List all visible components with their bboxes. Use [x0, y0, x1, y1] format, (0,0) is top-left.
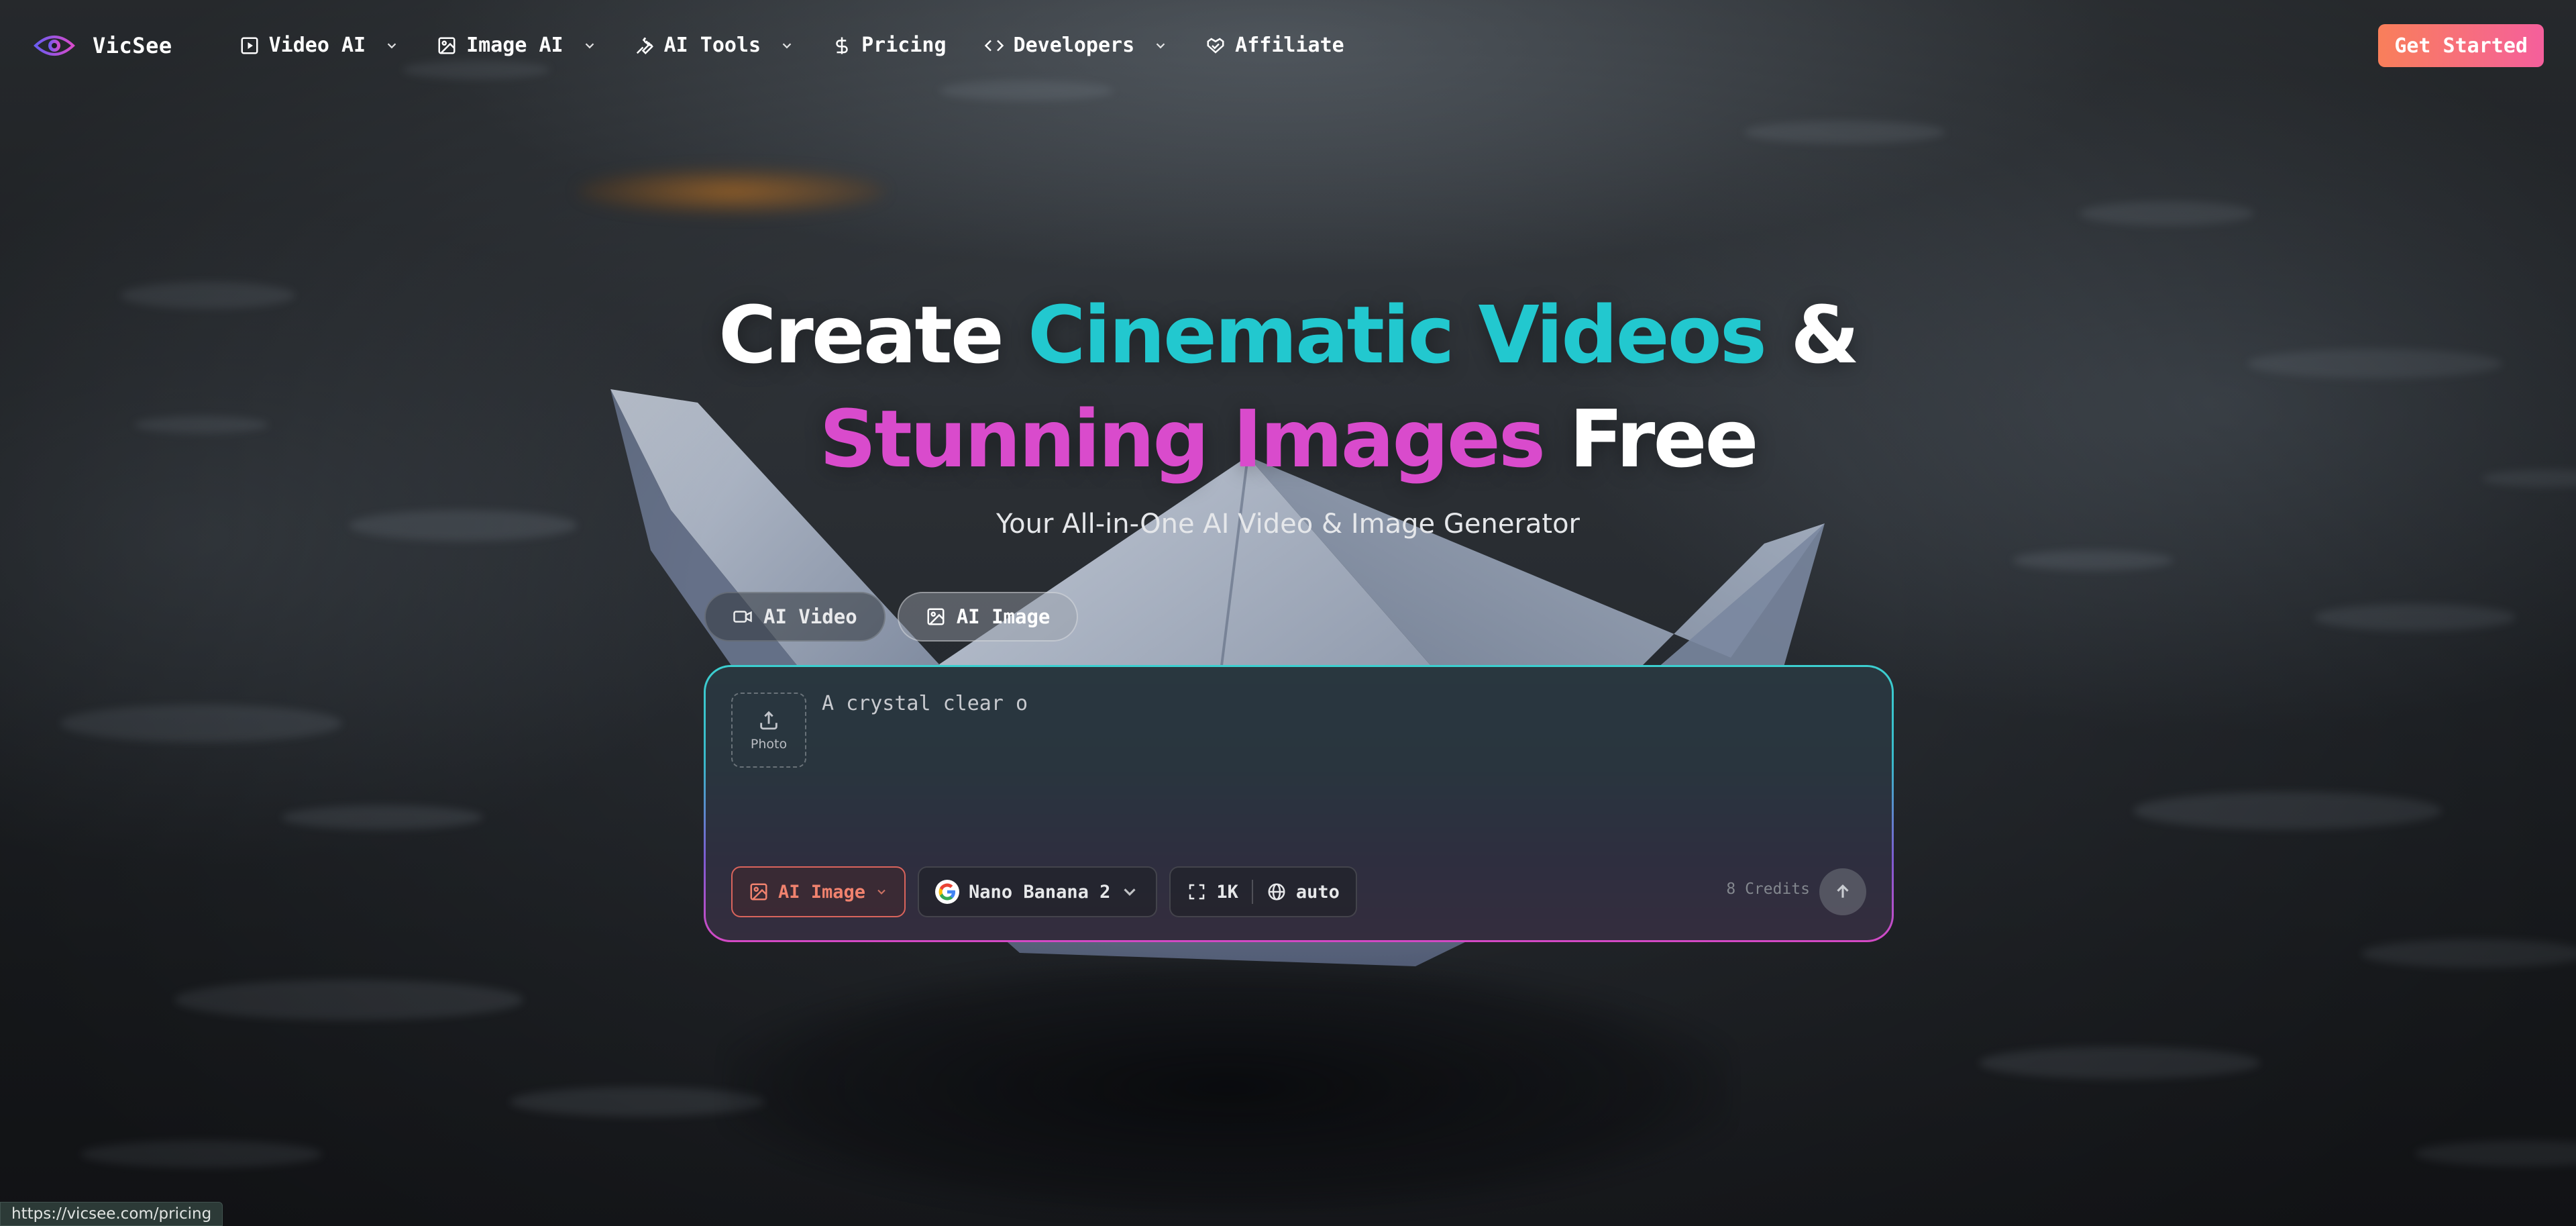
hero-subtitle: Your All-in-One AI Video & Image Generat…	[996, 509, 1580, 540]
composer-controls: AI Image Nano Banana 2 1K auto	[731, 866, 1357, 917]
play-square-icon	[241, 37, 258, 54]
brand[interactable]: VicSee	[34, 32, 172, 59]
chevron-down-icon	[1156, 42, 1165, 48]
divider	[1251, 880, 1253, 904]
nav-item-developers[interactable]: Developers	[984, 34, 1169, 57]
tab-label: AI Image	[956, 605, 1051, 628]
brand-name: VicSee	[93, 32, 172, 58]
hero-create: Create	[718, 289, 1028, 381]
photo-upload-button[interactable]: Photo	[731, 693, 806, 768]
prompt-card: Photo AI Image N	[704, 665, 1894, 942]
top-navbar: VicSee Video AI Image AI AI Tools Pricin…	[0, 0, 2576, 91]
model-type-select[interactable]: AI Image	[731, 866, 906, 917]
model-type-label: AI Image	[778, 881, 866, 903]
video-camera-icon	[733, 611, 752, 623]
get-started-button[interactable]: Get Started	[2378, 24, 2544, 67]
handshake-icon	[1207, 37, 1224, 54]
wrench-icon	[636, 37, 653, 54]
globe-icon	[1268, 883, 1285, 901]
image-icon	[927, 608, 945, 625]
model-select[interactable]: Nano Banana 2	[918, 866, 1158, 917]
aspect-value: auto	[1295, 881, 1340, 903]
arrow-up-icon	[1837, 884, 1849, 898]
tab-ai-image[interactable]: AI Image	[897, 592, 1079, 642]
prompt-card-inner: Photo AI Image N	[706, 667, 1892, 940]
chevron-down-icon	[387, 42, 396, 48]
chevron-down-icon	[1124, 888, 1136, 896]
dollar-icon	[836, 37, 848, 54]
upload-label: Photo	[750, 737, 788, 752]
chevron-down-icon	[877, 889, 885, 895]
nav-menu: Video AI Image AI AI Tools Pricing Devel…	[239, 34, 1344, 57]
eye-logo-icon	[34, 35, 75, 56]
hero-cinematic-videos: Cinematic Videos	[1027, 289, 1767, 381]
nav-item-label: Developers	[1013, 34, 1135, 57]
output-settings[interactable]: 1K auto	[1169, 866, 1357, 917]
nav-item-pricing[interactable]: Pricing	[832, 34, 947, 57]
resolution-value: 1K	[1216, 881, 1238, 903]
hero-title-line-2: Stunning Images Free	[0, 393, 2576, 485]
chevron-down-icon	[585, 42, 594, 48]
nav-item-label: Video AI	[268, 34, 366, 57]
status-bar-url: https://vicsee.com/pricing	[0, 1202, 223, 1226]
nav-item-label: Image AI	[466, 34, 564, 57]
nav-item-label: AI Tools	[663, 34, 761, 57]
model-name: Nano Banana 2	[969, 881, 1111, 903]
nav-item-video-ai[interactable]: Video AI	[239, 34, 400, 57]
image-icon	[438, 37, 455, 54]
vignette-overlay	[0, 0, 2576, 1226]
nav-item-label: Pricing	[861, 34, 947, 57]
hero-title-line-1: Create Cinematic Videos &	[0, 289, 2576, 381]
nav-item-ai-tools[interactable]: AI Tools	[635, 34, 795, 57]
chevron-down-icon	[782, 42, 792, 48]
upload-icon	[760, 711, 777, 730]
generate-button[interactable]	[1819, 868, 1866, 915]
google-logo-icon	[935, 880, 960, 904]
hero-stunning-images: Stunning Images	[819, 393, 1546, 485]
background-photo	[0, 0, 2576, 1226]
hero-free: Free	[1544, 393, 1758, 485]
image-icon	[750, 883, 767, 901]
credits-cost: 8 Credits	[1726, 880, 1810, 898]
nav-item-affiliate[interactable]: Affiliate	[1205, 34, 1344, 57]
nav-item-image-ai[interactable]: Image AI	[437, 34, 597, 57]
prompt-input[interactable]	[822, 688, 1855, 823]
mode-tabs: AI Video AI Image	[704, 592, 1079, 642]
hero-ampersand: &	[1765, 289, 1860, 381]
nav-item-label: Affiliate	[1235, 34, 1344, 57]
tab-ai-video[interactable]: AI Video	[704, 592, 885, 642]
tab-label: AI Video	[763, 605, 857, 628]
resolution-icon	[1189, 884, 1205, 900]
code-icon	[984, 40, 1004, 51]
